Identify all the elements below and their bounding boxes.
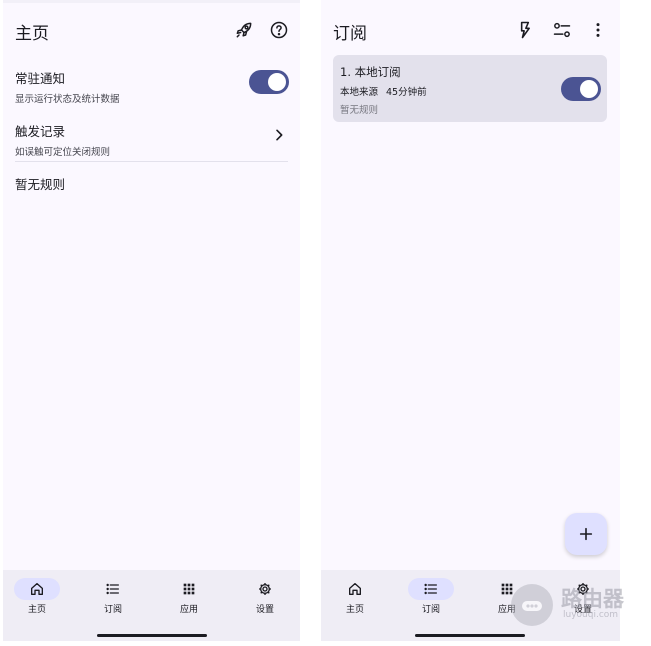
watermark: 路由器 luyouqi.com: [511, 583, 641, 626]
nav-active-pill: [408, 578, 454, 600]
rocket-icon[interactable]: [232, 18, 256, 42]
nav-pill: [90, 578, 136, 600]
router-logo-icon: [511, 584, 553, 626]
flash-icon[interactable]: [513, 18, 537, 42]
nav-active-pill: [14, 578, 60, 600]
nav-label-apps: 应用: [179, 605, 198, 615]
toggle-knob: [580, 80, 598, 98]
empty-rules-text: 暂无规则: [15, 177, 66, 192]
empty-rules-row: 暂无规则: [15, 174, 288, 193]
add-icon: [579, 527, 593, 541]
list-icon: [424, 583, 437, 595]
filter-icon[interactable]: [550, 18, 574, 42]
screen-separator: [300, 0, 321, 641]
trigger-log-title: 触发记录: [15, 124, 66, 139]
page-title: 主页: [15, 24, 49, 44]
more-vert-icon[interactable]: [586, 18, 610, 42]
home-screen: 主页 常驻通知 显示运行状态及统计数据 触发记录 如误触可定位关闭规则 暂无规则…: [3, 0, 300, 641]
nav-pill: [332, 578, 378, 600]
nav-item-home[interactable]: 主页: [325, 578, 385, 624]
gesture-bar[interactable]: [415, 634, 525, 637]
watermark-title: 路由器: [561, 587, 624, 611]
subscription-toggle[interactable]: [561, 77, 601, 101]
nav-pill: [166, 578, 212, 600]
nav-item-subscription[interactable]: 订阅: [83, 578, 143, 624]
subscription-name: 1. 本地订阅: [340, 65, 401, 79]
nav-label-subscription: 订阅: [421, 605, 440, 615]
subscription-time: 45分钟前: [386, 87, 427, 98]
trigger-log-subtitle: 如误触可定位关闭规则: [15, 147, 111, 158]
nav-label-settings: 设置: [255, 605, 274, 615]
help-icon[interactable]: [267, 18, 291, 42]
nav-item-settings[interactable]: 设置: [235, 578, 295, 624]
persistent-notice-title: 常驻通知: [15, 71, 66, 86]
nav-label-home: 主页: [345, 605, 364, 615]
list-icon: [106, 583, 119, 595]
home-icon: [349, 583, 361, 595]
subscription-screen: 订阅 1. 本地订阅 本地来源 45分钟前 暂无规则 主页 订阅 应用 设置: [321, 0, 620, 641]
nav-item-subscription[interactable]: 订阅: [401, 578, 461, 624]
gesture-bar[interactable]: [97, 634, 207, 637]
nav-label-subscription: 订阅: [103, 605, 122, 615]
chevron-right-icon[interactable]: [271, 127, 287, 143]
apps-grid-icon: [183, 583, 195, 595]
nav-item-home[interactable]: 主页: [7, 578, 67, 624]
page-title: 订阅: [333, 24, 367, 44]
home-app-bar: 主页: [3, 0, 300, 60]
watermark-url: luyouqi.com: [563, 610, 619, 620]
nav-pill: [242, 578, 288, 600]
persistent-notice-subtitle: 显示运行状态及统计数据: [15, 94, 120, 105]
home-icon: [31, 583, 43, 595]
toggle-knob: [268, 73, 286, 91]
add-subscription-button[interactable]: [565, 513, 607, 555]
subscription-source: 本地来源: [340, 87, 379, 98]
nav-label-home: 主页: [27, 605, 46, 615]
subscription-rules-note: 暂无规则: [340, 105, 379, 116]
trigger-log-row[interactable]: 触发记录 如误触可定位关闭规则: [15, 121, 288, 158]
subscription-meta: 本地来源 45分钟前: [340, 84, 427, 98]
subscription-card[interactable]: 1. 本地订阅 本地来源 45分钟前 暂无规则: [333, 55, 607, 122]
persistent-notice-row[interactable]: 常驻通知 显示运行状态及统计数据: [15, 68, 288, 105]
gear-icon: [259, 583, 271, 595]
nav-item-apps[interactable]: 应用: [159, 578, 219, 624]
subscription-app-bar: 订阅: [321, 0, 620, 60]
bottom-nav: 主页 订阅 应用 设置: [3, 570, 300, 641]
persistent-notice-toggle[interactable]: [249, 70, 289, 94]
divider: [15, 161, 288, 162]
